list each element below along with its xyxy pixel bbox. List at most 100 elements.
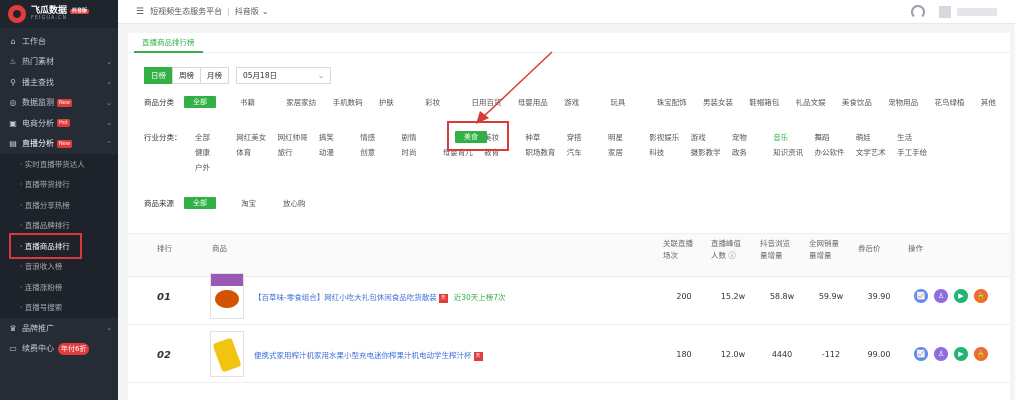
rank-number: 02	[157, 350, 171, 361]
option-item[interactable]: 创意	[360, 147, 375, 158]
lock-icon[interactable]: 🔒	[974, 347, 988, 361]
week-rank-button[interactable]: 周榜	[172, 67, 201, 84]
category-all-button[interactable]: 全部	[184, 96, 216, 108]
date-select[interactable]: 05月18日 ⌄	[236, 67, 331, 84]
option-item[interactable]: 珠宝配饰	[657, 97, 687, 108]
option-item[interactable]: 职场教育	[525, 147, 555, 158]
option-item[interactable]: 情感	[360, 132, 375, 143]
logo[interactable]: 飞瓜数据 抖音版 FEIGUA.CN	[0, 0, 118, 28]
option-item[interactable]: 汽车	[567, 147, 582, 158]
option-item[interactable]: 影视娱乐	[649, 132, 679, 143]
option-item[interactable]: 游戏	[564, 97, 579, 108]
tab-live-product-rank[interactable]: 直播商品排行榜	[134, 33, 203, 53]
option-item[interactable]: 护肤	[379, 97, 394, 108]
sub-item-live-share-hot[interactable]: · 直播分享热榜	[0, 195, 118, 216]
views-value: 4440	[771, 350, 793, 359]
option-item[interactable]: 种草	[525, 132, 540, 143]
chevron-down-icon[interactable]: ⌄	[262, 7, 269, 16]
sub-item-sound-income[interactable]: · 音浪收入榜	[0, 256, 118, 277]
option-item[interactable]: 手机数码	[333, 97, 363, 108]
option-item[interactable]: 其他	[981, 97, 996, 108]
option-item[interactable]: 时尚	[402, 147, 417, 158]
option-item[interactable]: 网红帅哥	[278, 132, 308, 143]
trend-icon[interactable]: 📈	[914, 347, 928, 361]
option-item[interactable]: 生活	[897, 132, 912, 143]
sidebar-item-data-monitor[interactable]: ◎ 数据监测 New ⌄	[0, 93, 118, 114]
product-name[interactable]: 便携式家用榨汁机家用水果小型充电迷你榨果汁机电动学生榨汁杯天	[254, 350, 483, 361]
option-item[interactable]: 礼品文娱	[796, 97, 826, 108]
source-taobao[interactable]: 淘宝	[241, 198, 256, 209]
fire-icon: ♨	[9, 57, 17, 67]
option-item[interactable]: 旅行	[278, 147, 293, 158]
option-item[interactable]: 剧情	[402, 132, 417, 143]
source-all-button[interactable]: 全部	[184, 197, 216, 209]
option-item[interactable]: 穿搭	[567, 132, 582, 143]
option-item[interactable]: 全部	[195, 132, 210, 143]
option-item[interactable]: 政务	[732, 147, 747, 158]
video-icon[interactable]: ▶	[954, 289, 968, 303]
sidebar-item-streamer-search[interactable]: ⚲ 播主查找 ⌄	[0, 72, 118, 93]
sub-item-live-search[interactable]: · 直播号搜索	[0, 297, 118, 318]
option-item[interactable]: 宠物	[732, 132, 747, 143]
trend-icon[interactable]: 📈	[914, 289, 928, 303]
user-icon[interactable]: ♙	[934, 347, 948, 361]
option-item[interactable]: 户外	[195, 162, 210, 173]
option-item[interactable]: 男装女装	[703, 97, 733, 108]
option-item[interactable]: 书籍	[240, 97, 255, 108]
product-name[interactable]: 【百草味-零食组合】网红小吃大礼包休闲食品吃货散装天近30天上榜7次	[254, 292, 506, 303]
option-item[interactable]: 知识资讯	[773, 147, 803, 158]
video-icon[interactable]: ▶	[954, 347, 968, 361]
header-rank: 排行	[157, 244, 172, 253]
option-item[interactable]: 美食饮品	[842, 97, 872, 108]
header-peak[interactable]: 直播峰值 人数 ⓘ	[711, 238, 741, 262]
option-item[interactable]: 萌娃	[856, 132, 871, 143]
sidebar-item-brand-promo[interactable]: ♛ 品牌推广 ⌄	[0, 318, 118, 339]
option-item[interactable]: 花鸟绿植	[935, 97, 965, 108]
sub-item-live-sales-rank[interactable]: · 直播带货排行	[0, 174, 118, 195]
option-item[interactable]: 玩具	[610, 97, 625, 108]
headset-icon[interactable]	[911, 5, 925, 19]
option-item[interactable]: 动漫	[319, 147, 334, 158]
option-item[interactable]: 科技	[649, 147, 664, 158]
option-item[interactable]: 舞蹈	[815, 132, 830, 143]
lock-icon[interactable]: 🔒	[974, 289, 988, 303]
sidebar-item-label: 热门素材	[22, 57, 54, 67]
option-item[interactable]: 手工手绘	[897, 147, 927, 158]
option-item[interactable]: 搞笑	[319, 132, 334, 143]
sidebar-item-live-analysis[interactable]: ▤ 直播分析 New ⌃	[0, 134, 118, 155]
source-fangxingou[interactable]: 放心购	[283, 198, 306, 209]
sub-item-live-product-rank[interactable]: · 直播商品排行	[0, 233, 118, 259]
option-item[interactable]: 体育	[236, 147, 251, 158]
option-item[interactable]: 家居家纺	[286, 97, 316, 108]
sidebar-item-renew[interactable]: ▭ 续费中心 年付6折	[0, 339, 118, 360]
sidebar-item-hot-material[interactable]: ♨ 热门素材 ⌄	[0, 52, 118, 73]
option-item[interactable]: 健康	[195, 147, 210, 158]
username-blurred[interactable]	[957, 8, 997, 16]
sidebar-item-ecommerce[interactable]: ▣ 电商分析 Hot ⌄	[0, 113, 118, 134]
new-badge: New	[57, 98, 72, 107]
option-item[interactable]: 摄影教学	[691, 147, 721, 158]
version-select[interactable]: 抖音版	[235, 6, 259, 17]
option-item[interactable]: 鞋帽箱包	[749, 97, 779, 108]
option-item[interactable]: 家居	[608, 147, 623, 158]
day-rank-button[interactable]: 日榜	[144, 67, 173, 84]
product-thumbnail[interactable]	[210, 331, 244, 377]
option-item[interactable]: 办公软件	[815, 147, 845, 158]
option-item[interactable]: 宠物用品	[888, 97, 918, 108]
avatar[interactable]	[939, 6, 951, 18]
sub-item-fan-growth[interactable]: · 连播涨粉榜	[0, 277, 118, 298]
tmall-tag-icon: 天	[438, 293, 448, 303]
option-item[interactable]: 网红美女	[236, 132, 266, 143]
option-item[interactable]: 彩妆	[425, 97, 440, 108]
sub-item-realtime-live[interactable]: · 实时直播带货达人	[0, 154, 118, 175]
product-thumbnail[interactable]	[210, 273, 244, 319]
option-item[interactable]: 音乐	[773, 132, 788, 143]
option-item[interactable]: 游戏	[691, 132, 706, 143]
menu-icon[interactable]: ☰	[136, 7, 144, 17]
option-item[interactable]: 明星	[608, 132, 623, 143]
option-item[interactable]: 文学艺术	[856, 147, 886, 158]
month-rank-button[interactable]: 月榜	[200, 67, 229, 84]
header-price: 券后价	[858, 244, 881, 253]
sidebar-item-workbench[interactable]: ⌂ 工作台	[0, 31, 118, 52]
user-icon[interactable]: ♙	[934, 289, 948, 303]
